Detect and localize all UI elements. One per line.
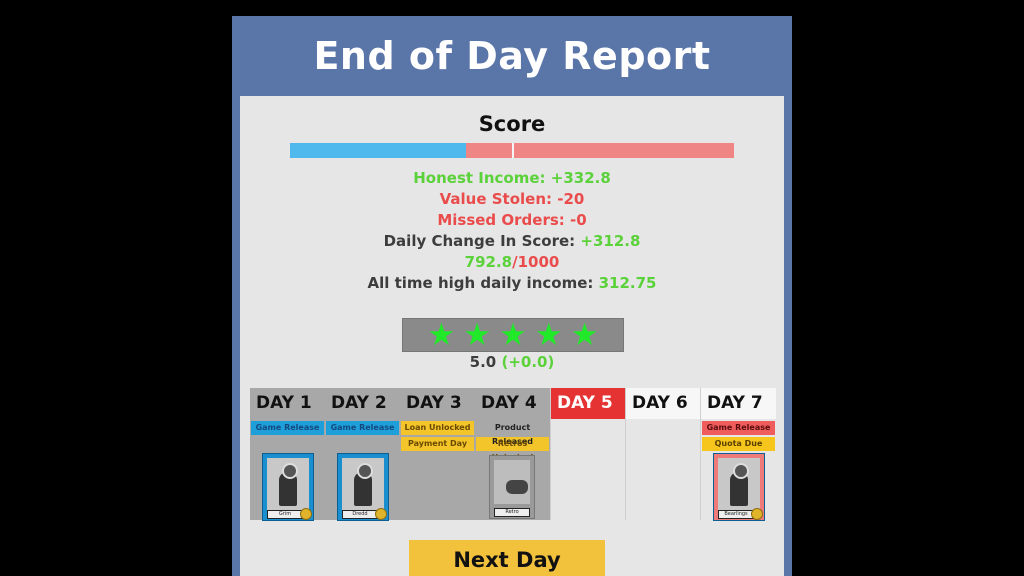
report-content: Score Honest Income: +332.8 Value Stolen… — [240, 96, 784, 576]
score-current: 792.8 — [464, 253, 513, 271]
score-bar-remaining — [514, 143, 734, 158]
star-icon: ★ — [570, 317, 599, 353]
day-column-3: DAY 3 Loan Unlocked Payment Day — [400, 388, 475, 520]
event-tag: Game Release — [326, 421, 399, 435]
score-bar-income — [290, 143, 466, 158]
day-events: Game Release Dredd — [325, 419, 400, 521]
character-head — [282, 463, 298, 479]
game-card[interactable]: Dredd — [337, 453, 389, 521]
event-tag: Retros Unlocked — [476, 437, 549, 462]
day-events — [551, 419, 626, 520]
day-label: DAY 7 — [701, 388, 776, 419]
score-bar-loss — [466, 143, 512, 158]
card-art — [342, 458, 384, 510]
missed-orders: Missed Orders: -0 — [437, 211, 587, 229]
day-label: DAY 4 — [475, 388, 550, 419]
score-bar — [290, 143, 734, 158]
rating-value: 5.0 — [469, 353, 497, 371]
event-tag: Product Released — [476, 421, 549, 446]
event-tag: Game Release — [702, 421, 775, 435]
all-time-label: All time high daily income: — [367, 274, 599, 292]
day-column-1: DAY 1 Game Release Grim — [250, 388, 325, 521]
card-art — [494, 460, 530, 504]
score-total: 792.8/1000 — [240, 252, 784, 273]
event-tag: Game Release — [251, 421, 324, 435]
day-column-2: DAY 2 Game Release Dredd — [325, 388, 400, 521]
panel-title: End of Day Report — [313, 34, 711, 78]
star-icon: ★ — [499, 317, 527, 353]
score-max: /1000 — [512, 253, 560, 271]
daily-change-value: +312.8 — [580, 232, 641, 250]
coin-icon — [751, 508, 763, 520]
day-timeline: DAY 1 Game Release Grim DAY 2 Game Release Dr… — [250, 388, 776, 521]
card-label: Bearlings — [718, 510, 754, 519]
star-icon: ★ — [534, 317, 563, 353]
card-label: Grim — [267, 510, 303, 519]
gamepad-icon — [506, 480, 528, 494]
day-column-5: DAY 5 — [550, 388, 626, 520]
report-panel: End of Day Report Score Honest Income: +… — [232, 16, 792, 576]
day-label: DAY 2 — [325, 388, 400, 419]
day-events — [626, 419, 701, 520]
card-art — [267, 458, 309, 510]
day-events: Loan Unlocked Payment Day — [400, 419, 475, 520]
event-tag: Quota Due — [702, 437, 775, 451]
rating-summary: 5.0 (+0.0) — [240, 353, 784, 371]
star-icon: ★ — [463, 317, 492, 353]
day-label: DAY 3 — [400, 388, 475, 419]
day-events: Product ReleasedRetros Unlocked Retro — [475, 419, 550, 520]
daily-change-label: Daily Change In Score: — [383, 232, 581, 250]
character-head — [357, 463, 373, 479]
daily-change: Daily Change In Score: +312.8 — [240, 231, 784, 252]
coin-icon — [300, 508, 312, 520]
character-head — [733, 463, 749, 479]
day-column-7: DAY 7 Game Release Quota Due Bearlings — [700, 388, 776, 521]
coin-icon — [375, 508, 387, 520]
day-label: DAY 6 — [626, 388, 701, 419]
value-stolen: Value Stolen: -20 — [439, 190, 585, 208]
game-card[interactable]: Grim — [262, 453, 314, 521]
card-label: Retro — [494, 508, 530, 517]
honest-income: Honest Income: +332.8 — [413, 169, 611, 187]
all-time-value: 312.75 — [598, 274, 657, 292]
day-label: DAY 5 — [551, 388, 626, 419]
card-art — [718, 458, 760, 510]
score-heading: Score — [478, 112, 546, 136]
card-label: Dredd — [342, 510, 378, 519]
game-card[interactable]: Bearlings — [713, 453, 765, 521]
next-day-button[interactable]: Next Day — [409, 540, 605, 576]
star-rating: ★ ★ ★ ★ ★ — [402, 318, 624, 352]
stats-block: Honest Income: +332.8 Value Stolen: -20 … — [240, 168, 784, 294]
product-card[interactable]: Retro — [489, 455, 535, 519]
event-tag: Payment Day — [401, 437, 474, 451]
day-events: Game Release Quota Due Bearlings — [701, 419, 776, 521]
rating-change: (+0.0) — [501, 353, 555, 371]
day-events: Game Release Grim — [250, 419, 325, 521]
all-time-high: All time high daily income: 312.75 — [240, 273, 784, 294]
day-column-6: DAY 6 — [625, 388, 701, 520]
star-icon: ★ — [427, 317, 456, 353]
day-column-4: DAY 4Product ReleasedRetros Unlocked Retr… — [475, 388, 550, 520]
event-tag: Loan Unlocked — [401, 421, 474, 435]
day-label: DAY 1 — [250, 388, 325, 419]
